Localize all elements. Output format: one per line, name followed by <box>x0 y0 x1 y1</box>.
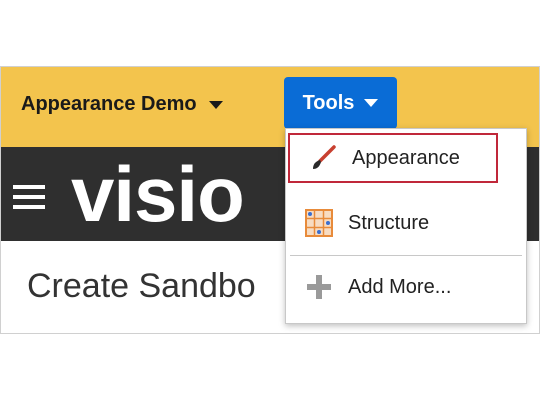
menu-item-label: Appearance <box>352 146 460 169</box>
tools-dropdown-menu: Appearance Structure Add More... <box>285 128 527 324</box>
menu-divider <box>290 255 522 256</box>
sandbox-selector[interactable]: Appearance Demo <box>21 93 223 116</box>
structure-grid-icon <box>304 208 334 238</box>
menu-item-label: Structure <box>348 211 430 234</box>
chevron-down-icon <box>208 100 223 109</box>
menu-item-label: Add More... <box>348 275 452 298</box>
menu-item-structure[interactable]: Structure <box>286 197 526 249</box>
menu-item-add-more[interactable]: Add More... <box>286 261 526 313</box>
plus-icon <box>304 272 334 302</box>
sandbox-name-label: Appearance Demo <box>21 93 197 115</box>
tools-menu-button[interactable]: Tools <box>284 77 397 129</box>
tools-label: Tools <box>302 91 355 114</box>
chevron-down-icon <box>364 99 379 107</box>
hamburger-menu-icon[interactable] <box>13 185 45 215</box>
menu-item-appearance[interactable]: Appearance <box>288 133 498 183</box>
page-title: Create Sandbo <box>27 267 256 305</box>
paintbrush-icon <box>308 143 338 173</box>
brand-logo-text: visio <box>71 150 245 238</box>
